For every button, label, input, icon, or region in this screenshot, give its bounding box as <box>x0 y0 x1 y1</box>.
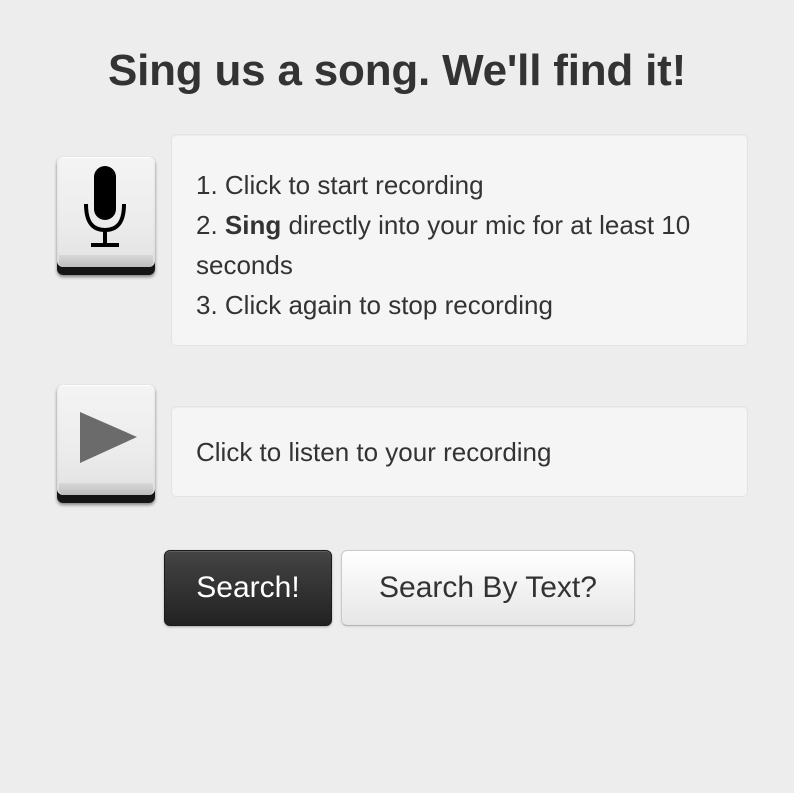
play-button[interactable] <box>57 385 155 503</box>
page-title: Sing us a song. We'll find it! <box>107 46 687 95</box>
microphone-icon <box>84 166 126 247</box>
instruction-step-2-bold: Sing <box>224 210 282 240</box>
instruction-step-3: 3. Click again to stop recording <box>196 290 553 320</box>
playback-text: Click to listen to your recording <box>196 437 552 467</box>
page: Sing us a song. We'll find it! 1. Click … <box>0 0 794 793</box>
instruction-step-2-prefix: 2. <box>196 210 225 240</box>
play-icon <box>80 412 137 463</box>
playback-panel: Click to listen to your recording <box>171 406 748 497</box>
search-by-text-button[interactable]: Search By Text? <box>341 550 635 626</box>
instruction-step-1: 1. Click to start recording <box>196 170 484 200</box>
instruction-step-2: 2. Sing directly into your mic for at le… <box>196 205 723 285</box>
recording-instructions: 1. Click to start recording 2. Sing dire… <box>171 134 748 346</box>
record-button[interactable] <box>57 157 155 275</box>
search-button[interactable]: Search! <box>164 550 332 626</box>
